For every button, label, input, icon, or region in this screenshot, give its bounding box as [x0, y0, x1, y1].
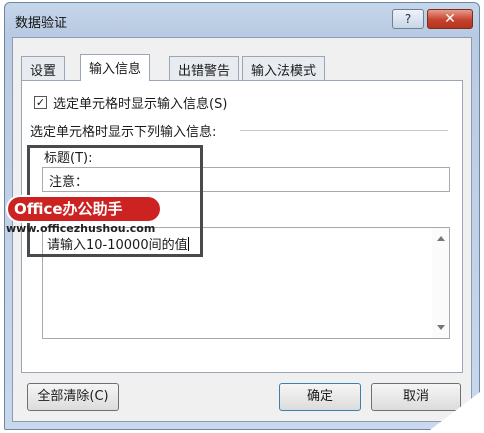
tab-input-message[interactable]: 输入信息 — [80, 54, 151, 81]
watermark-url: www.officezhushou.com — [6, 222, 156, 235]
group-divider — [240, 130, 448, 131]
dialog-title: 数据验证 — [15, 16, 68, 31]
clear-all-button[interactable]: 全部清除(C) — [27, 383, 119, 411]
page-curl-decoration — [426, 389, 484, 433]
watermark-logo: Office办公助手 — [8, 197, 160, 221]
show-input-message-label: 选定单元格时显示输入信息(S) — [53, 97, 228, 112]
show-input-message-checkbox[interactable]: ✓ — [34, 96, 47, 109]
scroll-down-icon[interactable] — [437, 325, 445, 330]
help-button[interactable]: ? — [392, 9, 424, 29]
scroll-up-icon[interactable] — [437, 236, 445, 241]
group-label: 选定单元格时显示下列输入信息: — [30, 125, 217, 140]
tab-settings[interactable]: 设置 — [21, 56, 66, 80]
tab-error-alert[interactable]: 出错警告 — [169, 56, 240, 80]
show-input-message-option[interactable]: ✓ 选定单元格时显示输入信息(S) — [34, 93, 227, 112]
message-scrollbar[interactable] — [432, 228, 449, 338]
title-bar[interactable]: 数据验证 ? ✕ — [5, 3, 479, 37]
tab-ime-mode[interactable]: 输入法模式 — [242, 56, 326, 80]
close-button[interactable]: ✕ — [427, 9, 473, 29]
ok-button[interactable]: 确定 — [279, 383, 361, 411]
